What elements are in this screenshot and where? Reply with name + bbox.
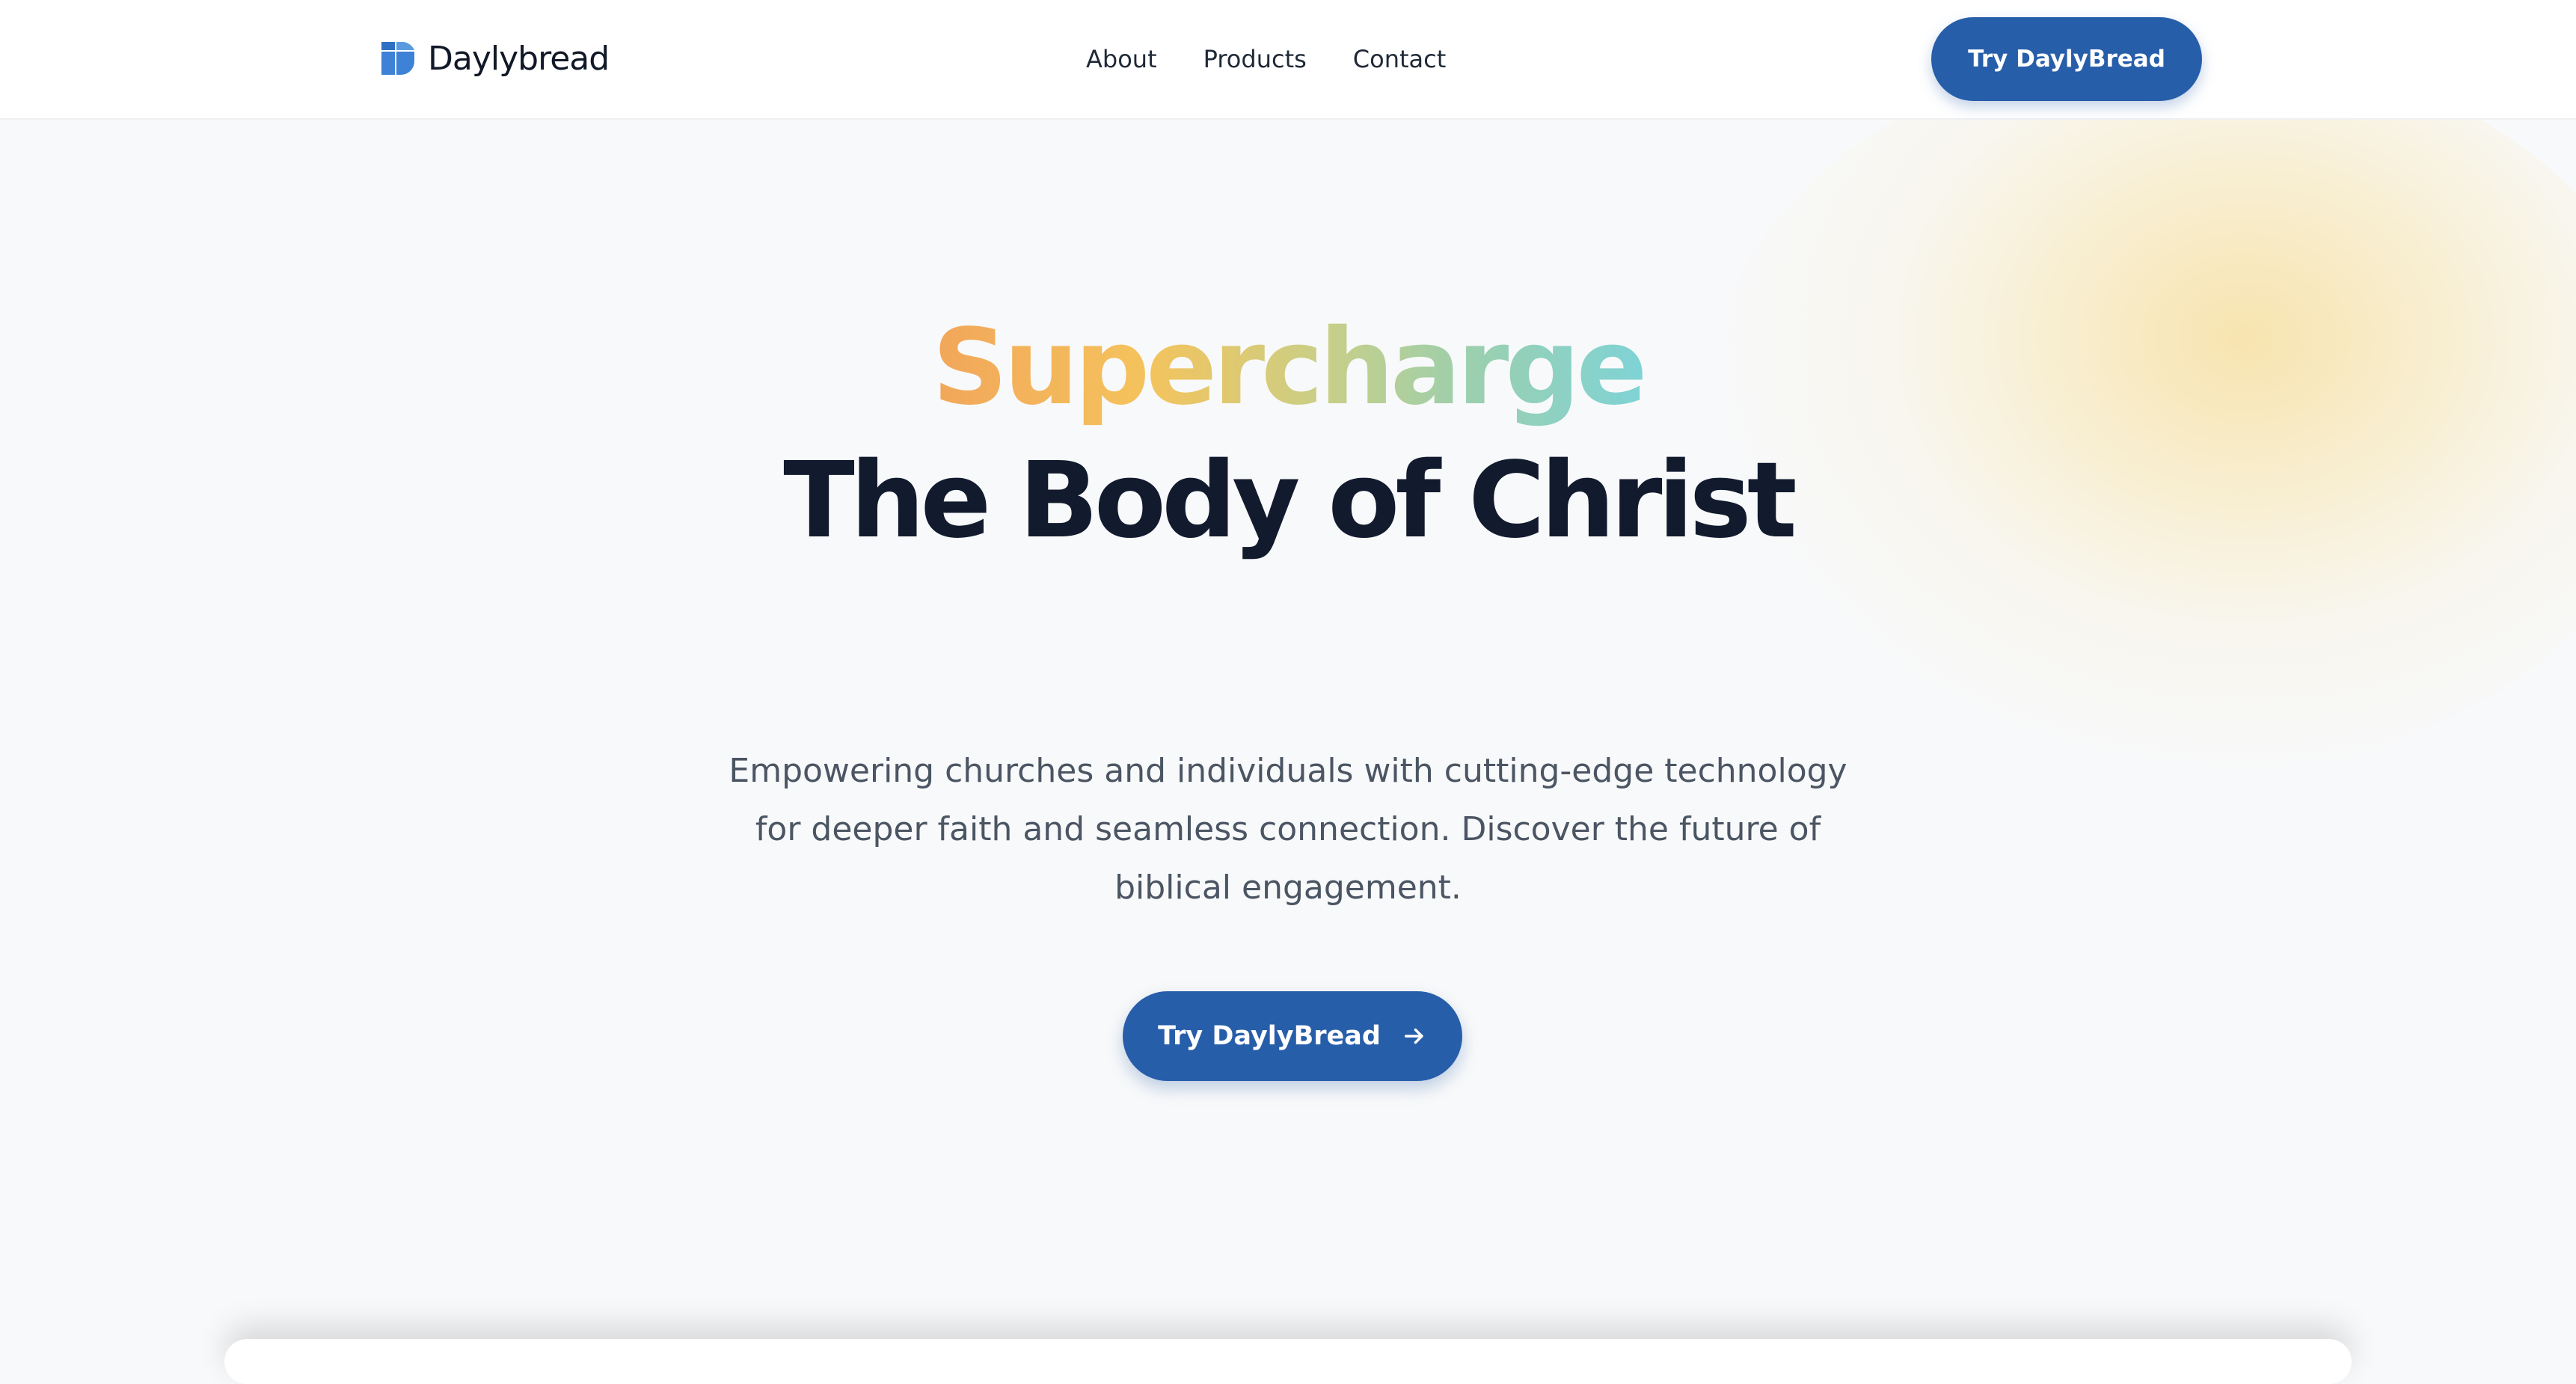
logo-link[interactable]: Daylybread [381, 37, 610, 79]
preview-card-edge [224, 1339, 2352, 1384]
hero-try-button-label: Try DaylyBread [1158, 1021, 1381, 1051]
hero-subtitle: Empowering churches and individuals with… [729, 752, 1847, 907]
nav-link-about[interactable]: About [1086, 45, 1157, 73]
nav-link-contact[interactable]: Contact [1353, 45, 1447, 73]
daylybread-logo-icon [381, 42, 414, 75]
hero-title-gradient-text: Supercharge [932, 307, 1647, 429]
hero-title-main: The Body of Christ [783, 440, 1797, 562]
nav-link-products[interactable]: Products [1203, 45, 1307, 73]
site-header: Daylybread About Products Contact Try Da… [0, 0, 2576, 120]
hero-try-button[interactable]: Try DaylyBread [1123, 991, 1462, 1081]
header-try-button[interactable]: Try DaylyBread [1931, 17, 2202, 101]
main-nav: About Products Contact [1086, 40, 1446, 78]
arrow-right-icon [1404, 1028, 1423, 1044]
hero-title-gradient: Supercharge [0, 316, 2576, 420]
logo-text: Daylybread [428, 39, 610, 78]
